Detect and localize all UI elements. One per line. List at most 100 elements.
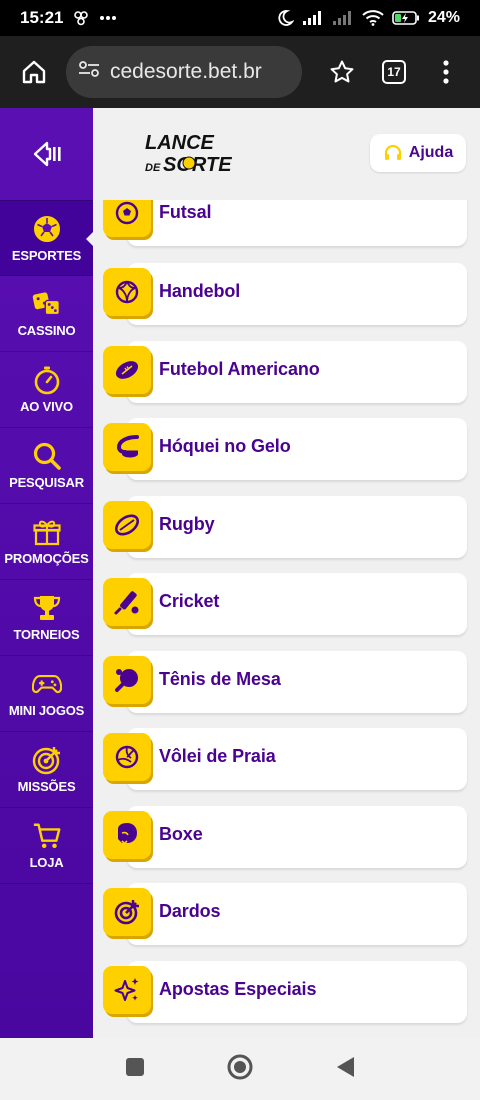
tab-count[interactable]: 17 bbox=[382, 60, 406, 84]
sidebar-item-label: PROMOÇÕES bbox=[4, 551, 89, 566]
sidebar-item-esportes[interactable]: ESPORTES bbox=[0, 200, 94, 276]
dice-icon bbox=[32, 289, 62, 319]
list-item-rugby[interactable]: Rugby bbox=[103, 496, 467, 558]
dnd-moon-icon bbox=[276, 9, 294, 27]
battery-percent: 24% bbox=[427, 9, 460, 26]
sport-label[interactable]: Dardos bbox=[159, 883, 221, 939]
list-item-futsal[interactable]: Futsal bbox=[103, 200, 467, 246]
sports-list: Futsal Handebol Futebol Americano Hóquei… bbox=[93, 200, 480, 1038]
status-bar: 15:21 24% bbox=[0, 0, 480, 36]
sport-label[interactable]: Cricket bbox=[159, 573, 219, 629]
notification-icon bbox=[73, 10, 89, 26]
battery-icon bbox=[392, 10, 420, 26]
sidebar-item-label: MISSÕES bbox=[17, 779, 76, 794]
sport-label[interactable]: Boxe bbox=[159, 806, 203, 862]
star-icon bbox=[330, 60, 354, 83]
sport-label[interactable]: Hóquei no Gelo bbox=[159, 418, 291, 474]
sidebar-item-label: MINI JOGOS bbox=[8, 703, 85, 718]
ice-hockey-icon bbox=[103, 423, 151, 471]
list-item-tenis-de-mesa[interactable]: Tênis de Mesa bbox=[103, 651, 467, 713]
gift-icon bbox=[32, 517, 62, 547]
sport-label[interactable]: Futsal bbox=[159, 200, 212, 240]
volleyball-icon bbox=[103, 733, 151, 781]
table-tennis-icon bbox=[103, 656, 151, 704]
sidebar-item-label: AO VIVO bbox=[20, 399, 73, 414]
brand-logo[interactable]: LANCE DE SORTE bbox=[143, 130, 273, 176]
sidebar-item-label: TORNEIOS bbox=[13, 627, 80, 642]
headset-icon bbox=[384, 144, 401, 160]
app-container: ESPORTES CASSINO AO VIVO PESQUISAR PROMO… bbox=[0, 108, 480, 1038]
clock: 15:21 bbox=[20, 8, 64, 27]
soccer-ball-icon bbox=[32, 214, 62, 244]
kebab-menu-icon bbox=[443, 60, 449, 84]
sidebar-item-label: CASSINO bbox=[17, 323, 76, 338]
sport-label[interactable]: Rugby bbox=[159, 496, 215, 552]
list-item-dardos[interactable]: Dardos bbox=[103, 883, 467, 945]
home-nav-button[interactable] bbox=[226, 1053, 254, 1086]
triangle-back-icon bbox=[337, 1056, 354, 1077]
list-item-boxe[interactable]: Boxe bbox=[103, 806, 467, 868]
sport-label[interactable]: Tênis de Mesa bbox=[159, 651, 281, 707]
american-football-icon bbox=[103, 346, 151, 394]
logo-line2a: DE bbox=[145, 162, 161, 174]
home-icon bbox=[22, 60, 46, 84]
signal-2-icon bbox=[332, 10, 354, 26]
list-item-hoquei-no-gelo[interactable]: Hóquei no Gelo bbox=[103, 418, 467, 480]
logo-line2b: SORTE bbox=[163, 154, 232, 174]
wifi-icon bbox=[362, 10, 384, 26]
collapse-arrow-icon bbox=[33, 141, 61, 167]
stopwatch-icon bbox=[32, 365, 62, 395]
sport-label[interactable]: Vôlei de Praia bbox=[159, 728, 276, 784]
sport-label[interactable]: Futebol Americano bbox=[159, 341, 320, 397]
cricket-icon bbox=[103, 578, 151, 626]
sidebar-item-mini-jogos[interactable]: MINI JOGOS bbox=[0, 656, 93, 732]
sidebar: ESPORTES CASSINO AO VIVO PESQUISAR PROMO… bbox=[0, 108, 94, 1038]
circle-icon bbox=[227, 1054, 253, 1079]
list-item-volei-de-praia[interactable]: Vôlei de Praia bbox=[103, 728, 467, 790]
rugby-ball-icon bbox=[103, 501, 151, 549]
boxing-glove-icon bbox=[103, 811, 151, 859]
futsal-ball-icon bbox=[103, 200, 151, 237]
system-nav-bar bbox=[0, 1038, 480, 1100]
cart-icon bbox=[32, 821, 62, 851]
help-label[interactable]: Ajuda bbox=[409, 144, 453, 162]
list-item-futebol-americano[interactable]: Futebol Americano bbox=[103, 341, 467, 403]
sidebar-item-promocoes[interactable]: PROMOÇÕES bbox=[0, 504, 93, 580]
list-item-apostas-especiais[interactable]: Apostas Especiais bbox=[103, 961, 467, 1023]
gamepad-icon bbox=[31, 669, 62, 699]
sidebar-item-missoes[interactable]: MISSÕES bbox=[0, 732, 93, 808]
sidebar-item-torneios[interactable]: TORNEIOS bbox=[0, 580, 93, 656]
home-button[interactable] bbox=[14, 52, 54, 92]
signal-icon bbox=[302, 10, 324, 26]
target-icon bbox=[32, 745, 62, 775]
tabs-button[interactable]: 17 bbox=[374, 52, 414, 92]
sidebar-item-pesquisar[interactable]: PESQUISAR bbox=[0, 428, 93, 504]
site-settings-icon[interactable] bbox=[78, 59, 100, 85]
address-bar[interactable]: cedesorte.bet.br bbox=[66, 46, 302, 98]
darts-icon bbox=[103, 888, 151, 936]
list-item-handebol[interactable]: Handebol bbox=[103, 263, 467, 325]
logo-line1: LANCE bbox=[145, 132, 215, 154]
sidebar-item-label: ESPORTES bbox=[11, 247, 82, 263]
back-nav-button[interactable] bbox=[334, 1055, 356, 1084]
sport-label[interactable]: Handebol bbox=[159, 263, 240, 319]
sparkles-icon bbox=[103, 966, 151, 1014]
browser-toolbar: cedesorte.bet.br 17 bbox=[0, 36, 480, 108]
collapse-sidebar-button[interactable] bbox=[0, 108, 93, 200]
app-header: LANCE DE SORTE Ajuda bbox=[93, 108, 480, 200]
sport-label[interactable]: Apostas Especiais bbox=[159, 961, 316, 1017]
sidebar-item-cassino[interactable]: CASSINO bbox=[0, 276, 93, 352]
url-text[interactable]: cedesorte.bet.br bbox=[110, 60, 262, 84]
search-icon bbox=[32, 441, 62, 471]
recents-button[interactable] bbox=[124, 1056, 146, 1083]
sidebar-item-loja[interactable]: LOJA bbox=[0, 808, 93, 884]
sidebar-item-label: LOJA bbox=[29, 855, 64, 870]
sidebar-item-ao-vivo[interactable]: AO VIVO bbox=[0, 352, 93, 428]
square-icon bbox=[126, 1057, 144, 1076]
sidebar-item-label: PESQUISAR bbox=[9, 475, 84, 490]
list-item-cricket[interactable]: Cricket bbox=[103, 573, 467, 635]
bookmark-button[interactable] bbox=[322, 52, 362, 92]
more-notifications-icon bbox=[99, 15, 117, 21]
help-button[interactable]: Ajuda bbox=[370, 134, 466, 172]
browser-menu-button[interactable] bbox=[426, 52, 466, 92]
